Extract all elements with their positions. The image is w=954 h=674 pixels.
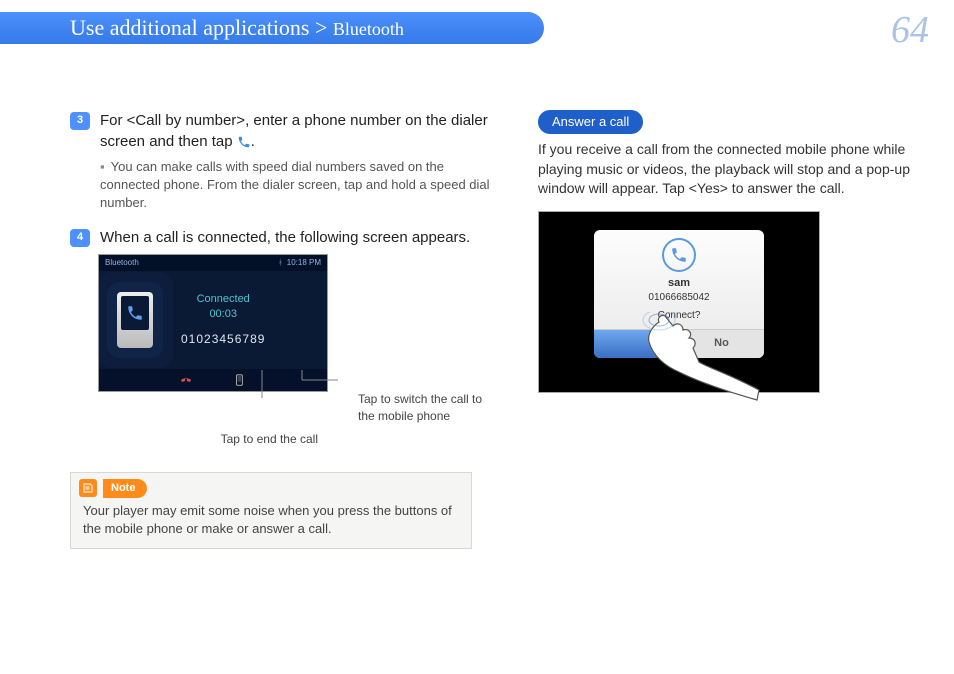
- section-answer-call: Answer a call: [538, 110, 643, 134]
- left-column: 3 For <Call by number>, enter a phone nu…: [70, 110, 498, 549]
- phone-icon: [237, 135, 251, 149]
- step-3: 3 For <Call by number>, enter a phone nu…: [70, 110, 498, 152]
- step-3-text-part1: For <Call by number>, enter a phone numb…: [100, 112, 488, 150]
- phone-call-icon: [126, 304, 144, 322]
- call-duration: 00:03: [181, 307, 265, 322]
- hand-pointer-illustration: [629, 312, 769, 402]
- page-number: 64: [891, 8, 929, 52]
- step-3-sub-text: You can make calls with speed dial numbe…: [100, 159, 490, 210]
- phone-graphic-screen: [121, 296, 149, 330]
- bullet-dot: ▪: [100, 159, 105, 174]
- step-3-sub: ▪You can make calls with speed dial numb…: [100, 158, 498, 213]
- bluetooth-icon: ᚼ: [278, 258, 283, 267]
- caller-number: 01066685042: [594, 291, 764, 305]
- step-4-text: When a call is connected, the following …: [100, 227, 498, 248]
- header-bar: Use additional applications > Bluetooth: [0, 12, 544, 44]
- note-icon: [79, 479, 97, 497]
- note-label: Note: [103, 479, 147, 498]
- step-3-period: .: [251, 133, 255, 150]
- screenshot-topbar: Bluetooth ᚼ10:18 PM: [99, 255, 327, 271]
- note-header: Note: [71, 473, 471, 500]
- callout-lines: [98, 368, 498, 418]
- callout-end: Tap to end the call: [98, 431, 358, 448]
- screenshot-time: ᚼ10:18 PM: [278, 257, 321, 268]
- caller-avatar-circle: [662, 238, 696, 272]
- breadcrumb: Use additional applications > Bluetooth: [70, 15, 404, 41]
- note-text: Your player may emit some noise when you…: [71, 500, 471, 548]
- screenshot-body: Connected 00:03 01023456789: [99, 271, 327, 369]
- connected-label: Connected: [181, 292, 265, 307]
- call-number: 01023456789: [181, 331, 265, 348]
- call-screenshot-area: Bluetooth ᚼ10:18 PM Connected 00:03 01: [98, 254, 498, 448]
- phone-icon: [670, 246, 688, 264]
- step-3-text: For <Call by number>, enter a phone numb…: [100, 110, 498, 152]
- step-number-badge: 4: [70, 229, 90, 247]
- screenshot-title: Bluetooth: [105, 257, 139, 268]
- right-column: Answer a call If you receive a call from…: [538, 110, 924, 549]
- phone-graphic: [117, 292, 153, 348]
- answer-call-screenshot: sam 01066685042 Connect? No: [538, 211, 820, 393]
- note-box: Note Your player may emit some noise whe…: [70, 472, 472, 550]
- caller-name: sam: [594, 276, 764, 291]
- step-number-badge: 3: [70, 112, 90, 130]
- breadcrumb-main: Use additional applications >: [70, 15, 333, 40]
- content: 3 For <Call by number>, enter a phone nu…: [70, 110, 924, 549]
- answer-call-body: If you receive a call from the connected…: [538, 140, 924, 199]
- screenshot-status-area: Connected 00:03 01023456789: [181, 292, 265, 348]
- breadcrumb-sub: Bluetooth: [333, 19, 404, 39]
- step-4: 4 When a call is connected, the followin…: [70, 227, 498, 248]
